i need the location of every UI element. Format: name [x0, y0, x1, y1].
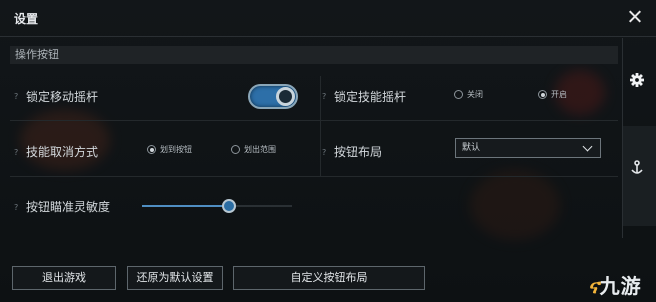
customize-layout-button[interactable]: 自定义按钮布局 — [233, 266, 425, 290]
row-divider — [10, 176, 618, 177]
tab-settings[interactable] — [623, 66, 656, 96]
aim-sensitivity-slider[interactable] — [142, 199, 292, 213]
cancel-skill-label: 技能取消方式 — [26, 145, 99, 159]
radio-label: 划到按钮 — [160, 145, 192, 154]
radio-label: 划出范围 — [244, 145, 276, 154]
slider-fill — [142, 205, 229, 207]
slider-thumb[interactable] — [222, 199, 236, 213]
lock-move-stick-toggle[interactable] — [248, 84, 298, 109]
cancel-by-range-radio[interactable]: 划出范围 — [231, 144, 276, 155]
gear-icon — [630, 73, 644, 87]
toggle-knob — [276, 87, 295, 106]
radio-label: 关闭 — [467, 90, 483, 99]
row-divider — [10, 120, 618, 121]
button-layout-select[interactable]: 默认 — [455, 138, 601, 158]
lock-skill-on-radio[interactable]: 开启 — [538, 89, 567, 100]
cancel-by-button-radio[interactable]: 划到按钮 — [147, 144, 192, 155]
exit-game-button[interactable]: 退出游戏 — [12, 266, 116, 290]
radio-indicator — [538, 90, 547, 99]
window-title: 设置 — [14, 12, 39, 26]
radio-indicator — [454, 90, 463, 99]
watermark-logo: ና九游 — [588, 270, 642, 299]
watermark-mark: ና — [588, 274, 600, 298]
lock-skill-off-radio[interactable]: 关闭 — [454, 89, 483, 100]
help-icon[interactable]: ? — [14, 203, 18, 212]
help-icon[interactable]: ? — [322, 148, 326, 157]
section-title: 操作按钮 — [10, 46, 618, 64]
anchor-icon — [631, 160, 643, 174]
reset-defaults-button[interactable]: 还原为默认设置 — [127, 266, 223, 290]
radio-label: 开启 — [551, 90, 567, 99]
column-divider — [320, 76, 321, 176]
tab-controls[interactable] — [623, 126, 656, 226]
settings-panel: 设置 操作按钮 ? 锁定移动摇杆 ? 锁定技能摇杆 关闭 开启 ? 技能取消方式… — [0, 0, 656, 302]
watermark-text: 九游 — [599, 274, 642, 298]
help-icon[interactable]: ? — [322, 92, 326, 101]
help-icon[interactable]: ? — [14, 92, 18, 101]
radio-indicator — [231, 145, 240, 154]
radio-indicator — [147, 145, 156, 154]
chevron-down-icon — [582, 141, 593, 152]
select-value: 默认 — [462, 143, 481, 153]
aim-sensitivity-label: 按钮瞄准灵敏度 — [26, 200, 111, 214]
title-bar: 设置 — [0, 0, 656, 37]
button-layout-label: 按钮布局 — [334, 145, 383, 159]
help-icon[interactable]: ? — [14, 148, 18, 157]
close-icon[interactable] — [626, 8, 644, 26]
lock-skill-stick-label: 锁定技能摇杆 — [334, 90, 407, 104]
lock-move-stick-label: 锁定移动摇杆 — [26, 90, 99, 104]
settings-content: 操作按钮 ? 锁定移动摇杆 ? 锁定技能摇杆 关闭 开启 ? 技能取消方式 划到… — [10, 38, 620, 264]
